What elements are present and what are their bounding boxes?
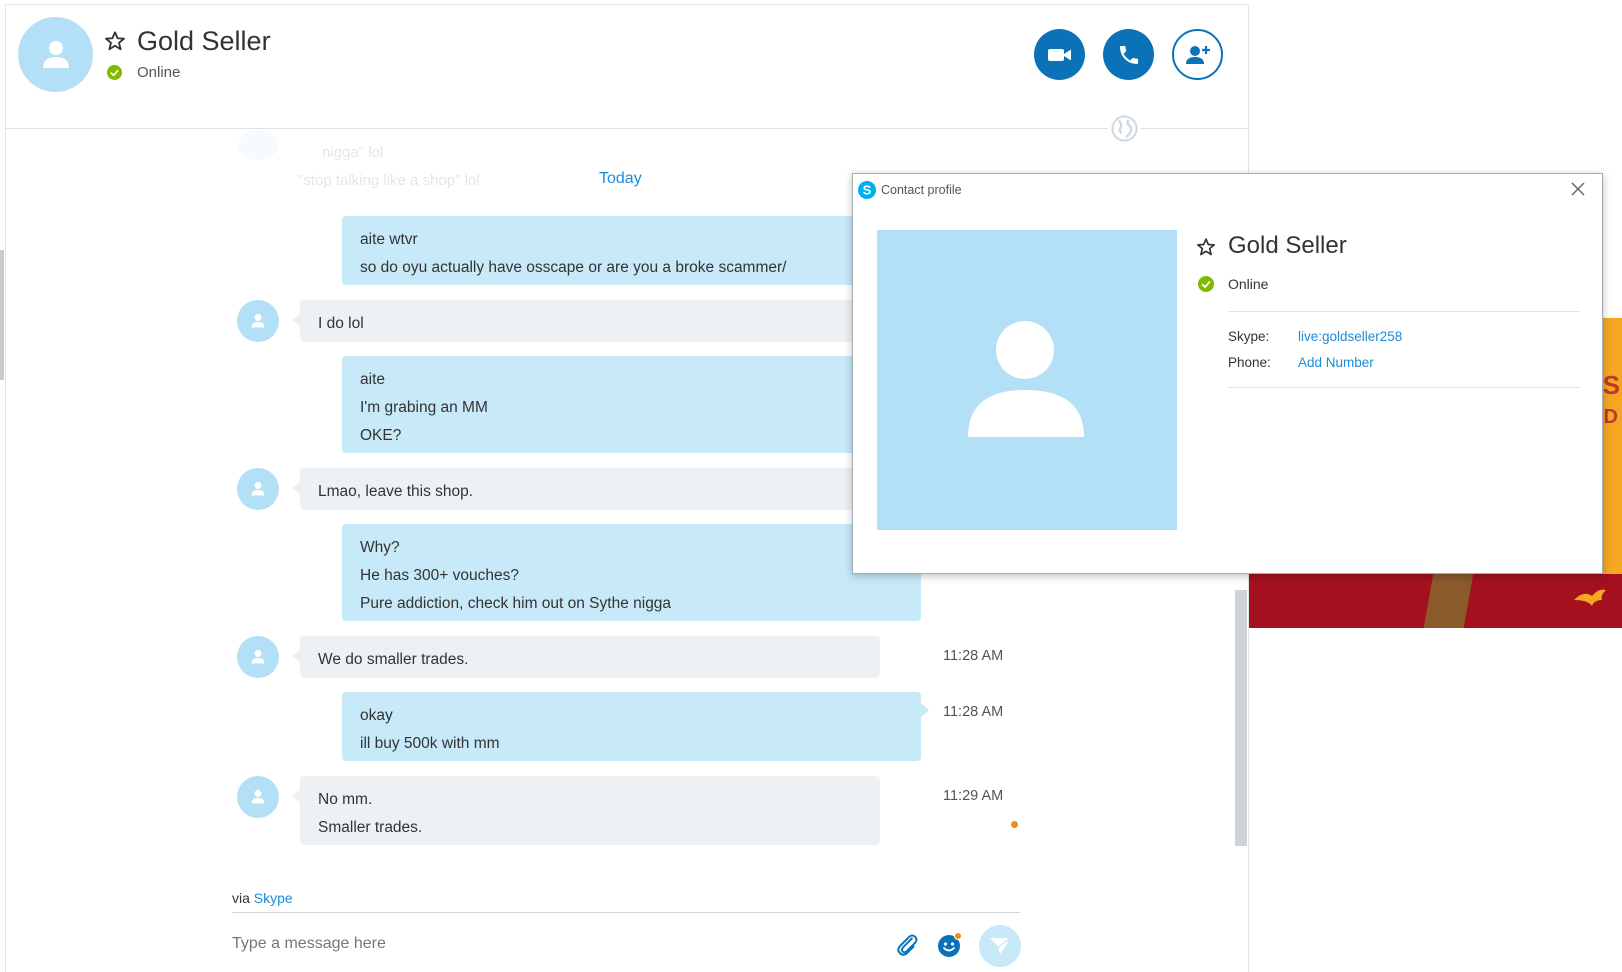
- message-line: No mm.: [318, 791, 373, 808]
- person-icon: [251, 314, 265, 328]
- favorite-star-icon[interactable]: [104, 30, 126, 52]
- outgoing-message[interactable]: aite I'm grabing an MM OKE?: [342, 356, 921, 453]
- add-person-icon: [1185, 45, 1210, 64]
- composer-divider: [232, 912, 1020, 913]
- sender-avatar[interactable]: [237, 636, 279, 678]
- send-button[interactable]: [979, 925, 1021, 967]
- sender-avatar[interactable]: [237, 468, 279, 510]
- message-line: Pure addiction, check him out on Sythe n…: [360, 595, 672, 612]
- contact-name: Gold Seller: [137, 26, 271, 56]
- message-timestamp: 11:28 AM: [943, 648, 1004, 664]
- via-label: via Skype: [232, 890, 293, 906]
- close-icon[interactable]: [1569, 180, 1587, 198]
- faded-message: nigga" lol: [322, 144, 384, 161]
- video-camera-icon: [1047, 48, 1071, 61]
- person-icon: [968, 321, 1084, 437]
- profile-name: Gold Seller: [1228, 232, 1347, 259]
- message-line: okay: [360, 707, 393, 724]
- message-line: Why?: [360, 539, 400, 556]
- svg-text:S: S: [863, 183, 872, 198]
- ad-text: D: [1603, 406, 1618, 428]
- divider: [1228, 387, 1580, 388]
- skype-label: Skype:: [1228, 329, 1270, 344]
- video-call-button[interactable]: [1034, 29, 1085, 80]
- bubble-tail: [920, 702, 929, 718]
- message-timestamp: 11:29 AM: [943, 788, 1004, 804]
- divider: [1228, 311, 1580, 312]
- contact-status: Online: [137, 64, 181, 81]
- outgoing-message[interactable]: okay ill buy 500k with mm: [342, 692, 921, 761]
- older-messages-faded: nigga" lol "stop talking like a shop" lo…: [238, 130, 838, 196]
- globe-icon: [1111, 115, 1138, 142]
- skype-logo-icon: S: [858, 181, 876, 199]
- person-icon: [251, 482, 265, 496]
- message-line: aite: [360, 371, 385, 388]
- favorite-star-icon[interactable]: [1196, 237, 1216, 257]
- skype-window: Gold Seller Online nigga" lol "stop talk…: [0, 0, 1622, 972]
- add-number-link[interactable]: Add Number: [1298, 355, 1374, 370]
- message-line: I do lol: [318, 315, 364, 332]
- person-icon: [251, 650, 265, 664]
- message-input[interactable]: [232, 930, 832, 958]
- message-line: so do oyu actually have osscape or are y…: [360, 259, 787, 276]
- contact-avatar[interactable]: [18, 17, 93, 92]
- via-prefix: via: [232, 890, 250, 906]
- translator-button[interactable]: [1108, 112, 1141, 145]
- incoming-message[interactable]: Lmao, leave this shop.: [300, 468, 880, 510]
- top-border: [5, 4, 1248, 5]
- incoming-message[interactable]: I do lol: [300, 300, 880, 342]
- incoming-message[interactable]: No mm. Smaller trades.: [300, 776, 880, 845]
- ad-text: S: [1602, 370, 1620, 400]
- unread-indicator: [1011, 821, 1018, 828]
- paperclip-icon[interactable]: [894, 932, 920, 958]
- profile-status: Online: [1228, 276, 1269, 292]
- avatar: [238, 130, 278, 160]
- online-status-icon: [107, 65, 122, 80]
- phone-icon: [1119, 45, 1138, 64]
- online-status-icon: [1198, 276, 1214, 292]
- bird-logo-icon: [1574, 589, 1606, 606]
- sender-avatar[interactable]: [237, 776, 279, 818]
- via-skype-link[interactable]: Skype: [254, 890, 293, 906]
- sender-avatar[interactable]: [237, 300, 279, 342]
- message-line: Smaller trades.: [318, 819, 423, 836]
- message-timestamp: 11:28 AM: [943, 704, 1004, 720]
- chat-scrollbar[interactable]: [1235, 590, 1247, 846]
- left-border: [5, 4, 6, 972]
- audio-call-button[interactable]: [1103, 29, 1154, 80]
- emoji-icon[interactable]: [936, 931, 964, 959]
- message-line: OKE?: [360, 427, 402, 444]
- add-contact-button[interactable]: [1172, 29, 1223, 80]
- send-icon: [990, 937, 1011, 955]
- outgoing-message[interactable]: Why? He has 300+ vouches? Pure addiction…: [342, 524, 921, 621]
- message-line: We do smaller trades.: [318, 651, 469, 668]
- date-divider: Today: [599, 170, 642, 187]
- outgoing-message[interactable]: aite wtvr so do oyu actually have osscap…: [342, 216, 921, 285]
- message-line: I'm grabing an MM: [360, 399, 488, 416]
- skype-id-link[interactable]: live:goldseller258: [1298, 329, 1402, 344]
- message-line: aite wtvr: [360, 231, 418, 248]
- person-icon: [42, 40, 69, 68]
- message-line: ill buy 500k with mm: [360, 735, 500, 752]
- dialog-title: Contact profile: [881, 183, 962, 197]
- faded-message: "stop talking like a shop" lol: [298, 172, 480, 189]
- profile-picture: [877, 230, 1177, 530]
- message-line: Lmao, leave this shop.: [318, 483, 474, 500]
- header-divider: [6, 128, 1248, 129]
- contact-profile-dialog: S Contact profile Gold Seller Online Sky…: [852, 173, 1603, 574]
- person-icon: [251, 790, 265, 804]
- sidebar-scroll-thumb[interactable]: [0, 250, 4, 380]
- message-line: He has 300+ vouches?: [360, 567, 519, 584]
- phone-label: Phone:: [1228, 355, 1271, 370]
- incoming-message[interactable]: We do smaller trades.: [300, 636, 880, 678]
